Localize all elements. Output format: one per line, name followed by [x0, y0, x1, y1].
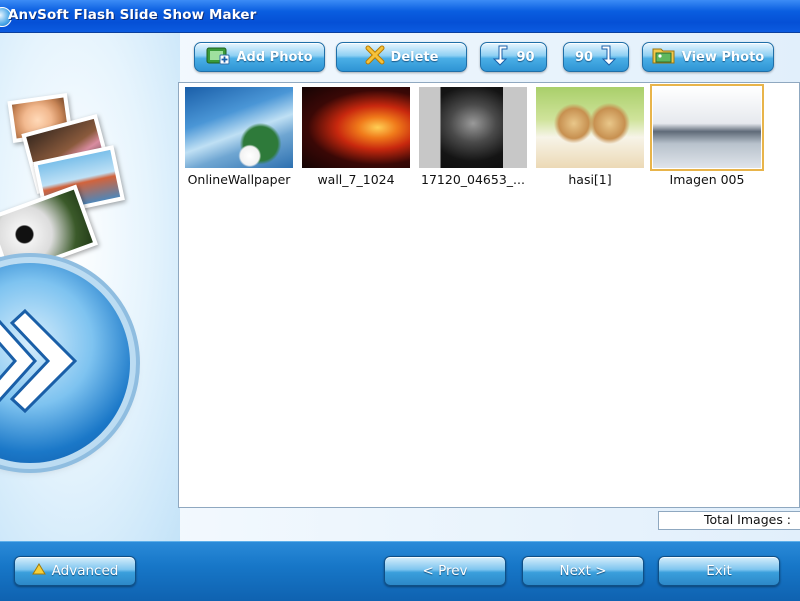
window-title: AnvSoft Flash Slide Show Maker	[8, 7, 257, 23]
photo-list[interactable]: OnlineWallpaper wall_7_1024 17120_04653_…	[178, 82, 800, 508]
advanced-button[interactable]: Advanced	[14, 556, 136, 586]
rotate-left-arrow-icon	[492, 44, 510, 70]
photo-item[interactable]: hasi[1]	[535, 87, 645, 191]
next-label: Next >	[559, 563, 607, 579]
rotate-left-label: 90	[516, 49, 535, 65]
rotate-left-button[interactable]: 90	[480, 42, 547, 72]
exit-button[interactable]: Exit	[658, 556, 780, 586]
add-photo-label: Add Photo	[236, 49, 313, 65]
left-decorative-panel	[0, 33, 180, 541]
double-arrow-icon	[0, 308, 78, 414]
photo-item[interactable]: 17120_04653_...	[418, 87, 528, 191]
photo-item[interactable]: OnlineWallpaper	[184, 87, 294, 191]
total-images-label: Total Images :	[704, 512, 792, 527]
photo-caption: wall_7_1024	[317, 172, 395, 187]
rotate-right-label: 90	[574, 49, 594, 65]
photo-caption: Imagen 005	[669, 172, 745, 187]
photo-thumbnail[interactable]	[650, 84, 764, 171]
photo-item[interactable]: Imagen 005	[650, 84, 764, 191]
photo-caption: hasi[1]	[568, 172, 612, 187]
advanced-label: Advanced	[51, 563, 119, 579]
exit-label: Exit	[706, 563, 732, 579]
bottom-bar: Advanced < Prev Next > Exit	[0, 541, 800, 601]
prev-button[interactable]: < Prev	[384, 556, 506, 586]
rotate-right-button[interactable]: 90	[563, 42, 629, 72]
add-photo-button[interactable]: Add Photo	[194, 42, 325, 72]
add-photo-icon	[206, 45, 230, 69]
view-photo-button[interactable]: View Photo	[642, 42, 774, 72]
play-logo-graphic	[0, 263, 130, 463]
delete-label: Delete	[390, 49, 439, 65]
photo-thumbnail[interactable]	[419, 87, 527, 168]
delete-button[interactable]: Delete	[336, 42, 467, 72]
view-photo-label: View Photo	[681, 49, 765, 65]
toolbar: Add Photo Delete 90 90 View Photo	[0, 33, 800, 81]
up-triangle-icon	[31, 563, 46, 579]
next-button[interactable]: Next >	[522, 556, 644, 586]
photo-thumbnail[interactable]	[536, 87, 644, 168]
folder-photo-icon	[652, 45, 676, 69]
prev-label: < Prev	[422, 563, 468, 579]
delete-x-icon	[365, 45, 385, 69]
photo-thumbnail[interactable]	[302, 87, 410, 168]
photo-item[interactable]: wall_7_1024	[301, 87, 411, 191]
photo-caption: OnlineWallpaper	[187, 172, 291, 187]
title-bar[interactable]: AnvSoft Flash Slide Show Maker	[0, 0, 800, 33]
photo-thumbnail[interactable]	[185, 87, 293, 168]
rotate-right-arrow-icon	[599, 44, 617, 70]
photo-caption: 17120_04653_...	[421, 172, 525, 187]
